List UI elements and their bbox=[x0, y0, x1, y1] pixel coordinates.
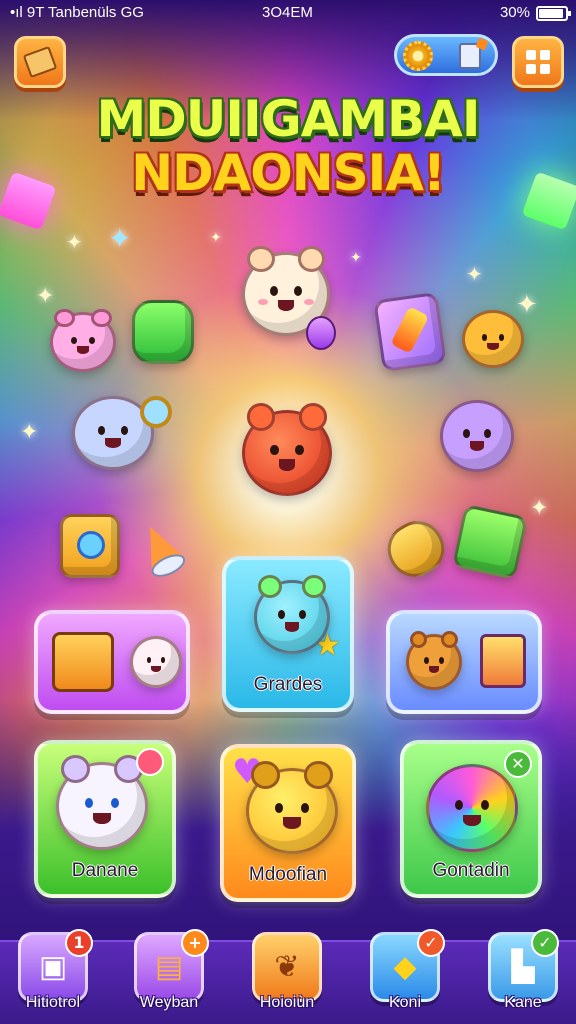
nav-label: Hitiotrol bbox=[25, 994, 81, 1011]
white-bunny-character bbox=[130, 636, 182, 688]
clock: 3O4EM bbox=[262, 4, 313, 21]
game-card-gontadin[interactable]: ✕ Gontadin bbox=[400, 740, 542, 898]
sparkle-icon: ✦ bbox=[466, 262, 483, 286]
nav-item-hitiotrol[interactable]: ▣ 1 bbox=[18, 929, 93, 1002]
nav-badge: + bbox=[181, 929, 209, 957]
card-label: Grardes bbox=[253, 674, 323, 695]
book-icon bbox=[480, 634, 526, 688]
nav-item-hoioiun[interactable]: ❦ bbox=[252, 932, 322, 1002]
battery-text: 30% bbox=[499, 4, 530, 21]
nav-item-koni[interactable]: ◆ ✓ bbox=[370, 929, 445, 1002]
card-label: Mdoofian bbox=[248, 864, 328, 885]
blue-bear-character bbox=[254, 574, 330, 654]
yellow-bear-character bbox=[246, 761, 338, 854]
nav-badge: 1 bbox=[65, 929, 93, 957]
carrier-text: •ıl 9T Tanbenüls GG bbox=[10, 4, 144, 21]
settings-pill[interactable] bbox=[394, 34, 498, 76]
orange-bear-character bbox=[406, 631, 462, 690]
sparkle-icon: ✦ bbox=[66, 230, 83, 254]
crystal-shard-icon bbox=[390, 306, 430, 354]
gear-icon[interactable] bbox=[403, 41, 433, 71]
purple-egg-icon bbox=[306, 316, 336, 350]
game-title-line2: NDAONSIA! bbox=[131, 144, 446, 202]
card-label: Danane bbox=[71, 860, 139, 881]
battery-icon bbox=[536, 6, 571, 21]
nav-label: Koni bbox=[388, 994, 422, 1011]
leaf-icon: ❦ bbox=[274, 949, 300, 985]
purple-robot-character[interactable] bbox=[440, 400, 514, 472]
nav-badge: ✓ bbox=[531, 929, 559, 957]
sparkle-icon: ✦ bbox=[350, 250, 362, 266]
game-card-library[interactable] bbox=[386, 610, 542, 714]
sparkle-icon: ✦ bbox=[210, 230, 222, 246]
rainbow-bear-character bbox=[426, 764, 518, 852]
green-monster-character[interactable] bbox=[132, 300, 194, 364]
red-bear-character[interactable] bbox=[242, 403, 332, 496]
crystal-box-icon[interactable] bbox=[373, 291, 447, 373]
game-card-grardes[interactable]: ★ Grardes bbox=[222, 556, 354, 712]
notification-badge bbox=[136, 748, 164, 776]
gem-icon: ◆ bbox=[393, 949, 417, 985]
nav-item-kane[interactable]: ▙ ✓ bbox=[488, 929, 559, 1002]
anvil-icon: ▙ bbox=[511, 949, 535, 985]
white-bear-character bbox=[56, 755, 148, 850]
pink-bear-character[interactable] bbox=[50, 308, 116, 372]
game-card-mdoofian[interactable]: ♥ Mdoofian bbox=[220, 744, 356, 902]
map-icon: ▤ bbox=[154, 949, 184, 985]
game-card-danane[interactable]: Danane bbox=[34, 740, 176, 898]
game-card-treasure[interactable] bbox=[34, 610, 190, 714]
treasure-chest-icon bbox=[52, 632, 114, 692]
document-icon[interactable] bbox=[459, 43, 481, 69]
map-scroll-icon bbox=[22, 45, 58, 79]
sparkle-icon: ✦ bbox=[36, 284, 55, 309]
map-button[interactable] bbox=[14, 36, 66, 88]
nav-item-weyban[interactable]: ▤ + bbox=[134, 929, 209, 1002]
grid-icon bbox=[526, 50, 550, 74]
clock-icon bbox=[140, 396, 172, 428]
sparkle-icon: ✦ bbox=[516, 290, 538, 320]
menu-button[interactable] bbox=[512, 36, 564, 88]
card-label: Gontadin bbox=[432, 860, 510, 881]
nav-label: Weyban bbox=[139, 994, 199, 1011]
game-title-line1: MDUIIGAMBAI bbox=[96, 90, 481, 148]
nav-badge: ✓ bbox=[417, 929, 445, 957]
sparkle-icon: ✦ bbox=[530, 496, 549, 521]
camera-bag-icon[interactable] bbox=[60, 514, 120, 578]
sparkle-icon: ✦ bbox=[20, 420, 39, 445]
close-icon[interactable]: ✕ bbox=[504, 750, 532, 778]
nav-label: Hoioiùn bbox=[259, 994, 315, 1011]
orange-sun-character[interactable] bbox=[462, 310, 524, 368]
green-box-icon[interactable] bbox=[452, 504, 528, 580]
status-bar: •ıl 9T Tanbenüls GG 3O4EM 30% bbox=[0, 0, 576, 26]
nav-label: Kane bbox=[504, 994, 542, 1011]
sparkle-icon: ✦ bbox=[108, 222, 132, 255]
cube-icon: ▣ bbox=[38, 949, 68, 985]
